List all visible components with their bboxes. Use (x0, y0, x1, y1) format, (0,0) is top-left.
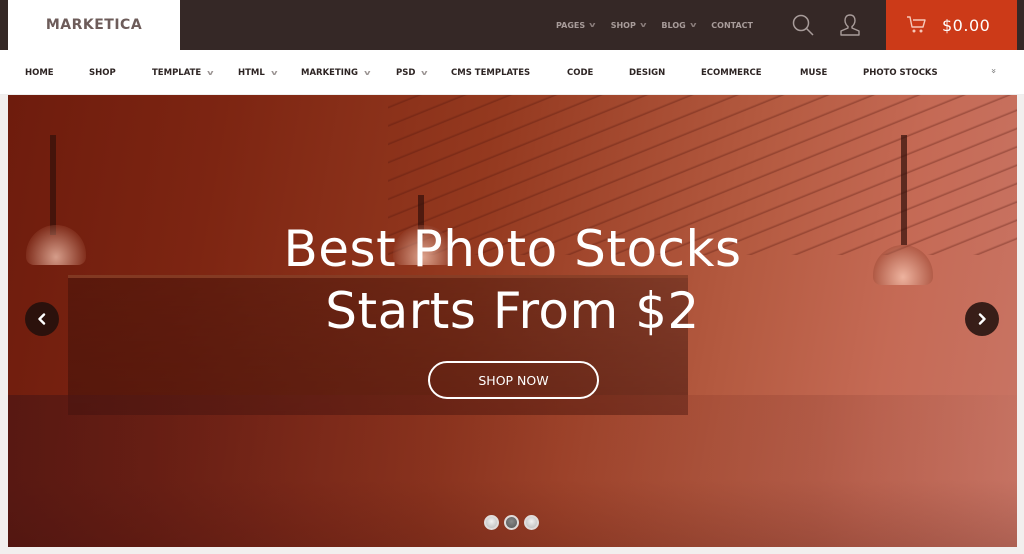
cart-total: $0.00 (942, 15, 991, 35)
nav-label: MARKETING (301, 67, 359, 78)
nav-item-marketing[interactable]: MARKETING v (301, 50, 371, 95)
slider-pagination (484, 515, 544, 530)
nav-item-ecommerce[interactable]: ECOMMERCE (701, 50, 762, 95)
nav-label: MUSE (800, 67, 828, 78)
chevron-down-icon: v (639, 21, 647, 29)
chevron-down-icon: v (364, 68, 371, 77)
nav-item-psd[interactable]: PSD v (396, 50, 428, 95)
brand-name: MARKETICA (45, 17, 143, 33)
hero-title-line-2: Starts From $2 (325, 282, 700, 340)
top-menu-shop[interactable]: SHOP v (610, 20, 647, 30)
nav-item-html[interactable]: HTML v (238, 50, 278, 95)
chevron-down-icon: v (421, 68, 428, 77)
nav-label: HOME (25, 67, 54, 78)
logo[interactable]: MARKETICA (8, 0, 180, 50)
top-menu-label: PAGES (556, 20, 586, 30)
top-menu-label: BLOG (661, 20, 686, 30)
search-icon (792, 14, 814, 36)
nav-item-cms-templates[interactable]: CMS TEMPLATES (451, 50, 530, 95)
nav-item-shop[interactable]: SHOP (89, 50, 116, 95)
chevron-down-icon: v (589, 21, 596, 29)
slider-prev-button[interactable] (25, 302, 59, 336)
cart-icon (907, 16, 926, 33)
top-menu-label: SHOP (610, 20, 636, 30)
nav-item-muse[interactable]: MUSE (800, 50, 827, 95)
top-menu: PAGES v SHOP v BLOG v CONTACT (556, 0, 769, 50)
nav-label: SHOP (89, 67, 116, 78)
top-menu-pages[interactable]: PAGES v (556, 20, 596, 30)
nav-item-template[interactable]: TEMPLATE v (152, 50, 214, 95)
search-button[interactable] (788, 10, 818, 40)
top-menu-blog[interactable]: BLOG v (661, 20, 697, 30)
nav-item-design[interactable]: DESIGN (629, 50, 665, 95)
more-nav-icon[interactable]: » (988, 68, 998, 74)
top-menu-contact[interactable]: CONTACT (711, 21, 753, 30)
nav-label: HTML (238, 67, 265, 78)
chevron-down-icon: v (207, 68, 214, 77)
nav-label: DESIGN (629, 67, 666, 78)
nav-item-home[interactable]: HOME (25, 50, 54, 95)
nav-item-photo-stocks[interactable]: PHOTO STOCKS (863, 50, 938, 95)
cart-button[interactable]: $0.00 (886, 0, 1017, 50)
slider-dot-2[interactable] (504, 515, 519, 530)
chevron-left-icon (38, 313, 46, 325)
chevron-down-icon: v (689, 21, 697, 29)
top-bar: MARKETICA PAGES v SHOP v BLOG v CONTACT (0, 0, 1024, 50)
account-button[interactable] (835, 10, 865, 40)
nav-label: CODE (567, 67, 594, 78)
chevron-down-icon: v (270, 68, 278, 77)
shop-now-button[interactable]: SHOP NOW (428, 361, 599, 399)
nav-label: CMS TEMPLATES (451, 67, 531, 78)
hero-title-line-1: Best Photo Stocks (283, 220, 742, 278)
nav-label: ECOMMERCE (701, 67, 762, 78)
main-nav: HOME SHOP TEMPLATE v HTML v MARKETING v PSD… (0, 50, 1024, 95)
slider-dot-1[interactable] (484, 515, 499, 530)
slider-next-button[interactable] (965, 302, 999, 336)
nav-item-code[interactable]: CODE (567, 50, 593, 95)
hero-slider: Best Photo Stocks Starts From $2 SHOP NO… (8, 95, 1017, 547)
user-icon (840, 14, 860, 36)
nav-label: TEMPLATE (152, 67, 202, 78)
top-menu-label: CONTACT (711, 20, 753, 30)
chevron-right-icon (978, 313, 986, 325)
hero-title: Best Photo Stocks Starts From $2 (8, 218, 1017, 342)
nav-label: PHOTO STOCKS (863, 67, 938, 78)
nav-label: PSD (396, 67, 416, 78)
slider-dot-3[interactable] (524, 515, 539, 530)
